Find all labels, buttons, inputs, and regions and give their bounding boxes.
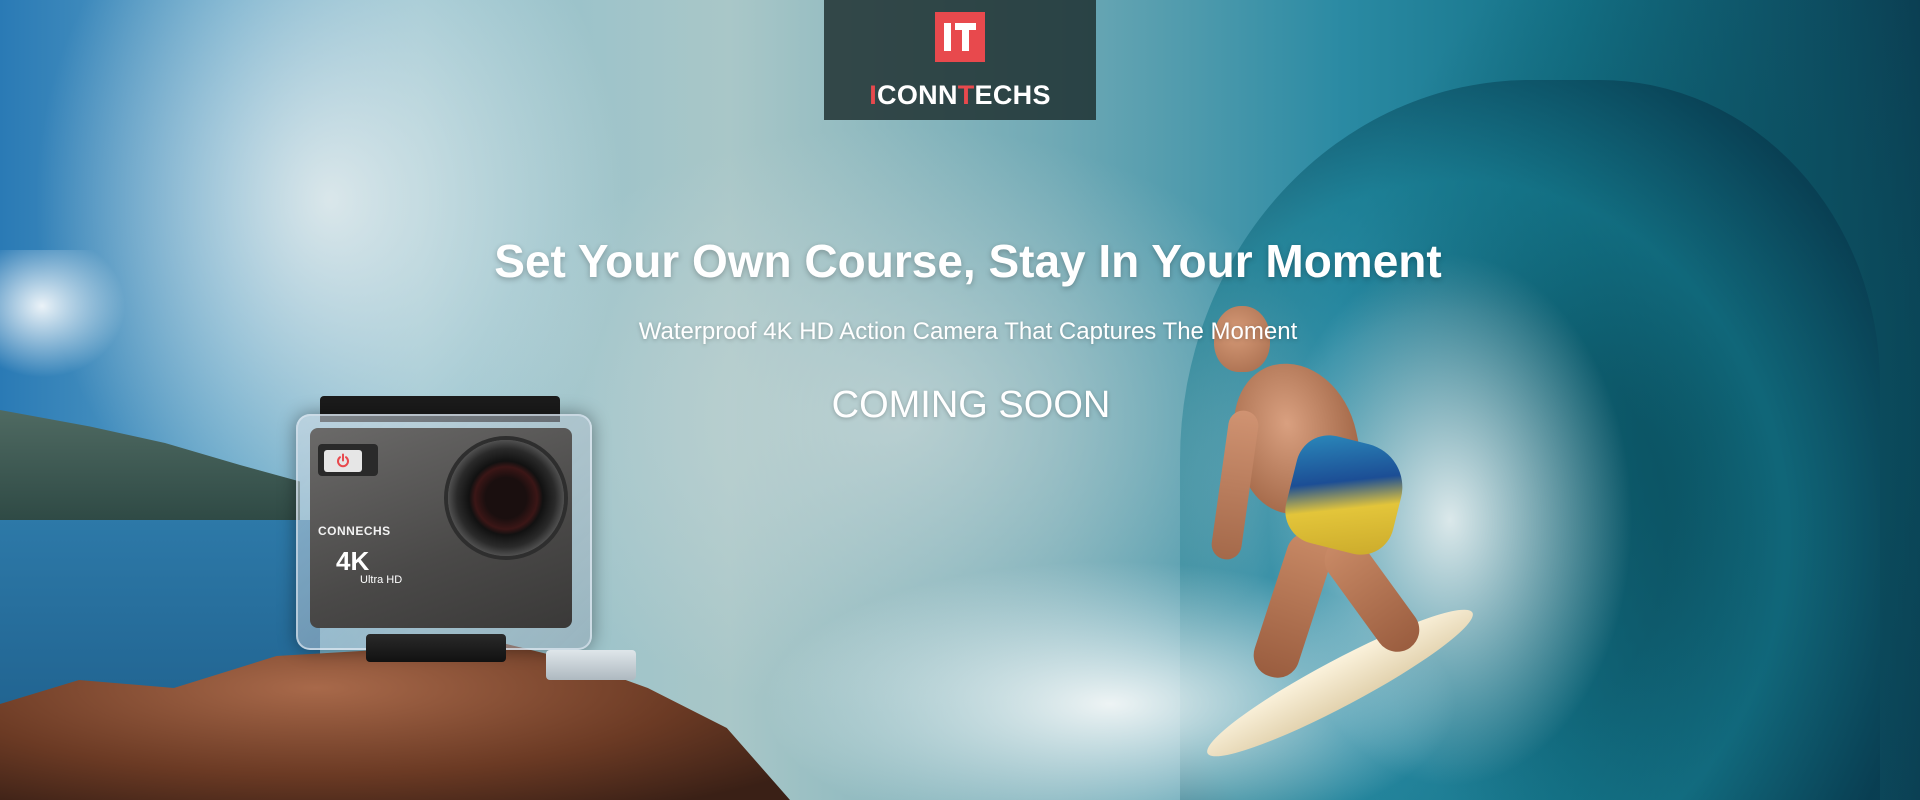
power-icon	[324, 450, 362, 472]
logo-letters: CONN	[877, 80, 958, 110]
camera-4k-label: 4K	[336, 546, 370, 576]
hero-banner: CONNECHS 4K Ultra HD ICONNTECHS Set Your…	[0, 0, 1920, 800]
coming-soon-label: COMING SOON	[831, 384, 1111, 426]
logo-wordmark: ICONNTECHS	[869, 80, 1051, 111]
hero-title: Set Your Own Course, Stay In Your Moment	[494, 235, 1442, 287]
camera-mount	[366, 634, 506, 662]
camera-brand-label: CONNECHS	[318, 524, 391, 538]
surfer-leg	[1247, 526, 1339, 684]
logo-mark-icon	[935, 12, 985, 62]
logo-letters: ECHS	[974, 80, 1051, 110]
camera-latch	[546, 650, 636, 680]
camera-lens	[448, 440, 564, 556]
surfer-figure	[1196, 300, 1484, 774]
site-logo[interactable]: ICONNTECHS	[824, 0, 1096, 120]
logo-letter-accent: I	[869, 80, 878, 110]
camera-ultra-hd-label: Ultra HD	[360, 574, 403, 586]
logo-letter-accent: T	[957, 80, 975, 110]
camera-power-panel	[318, 444, 378, 476]
action-camera: CONNECHS 4K Ultra HD	[296, 396, 636, 680]
hero-subtitle: Waterproof 4K HD Action Camera That Capt…	[638, 318, 1298, 345]
